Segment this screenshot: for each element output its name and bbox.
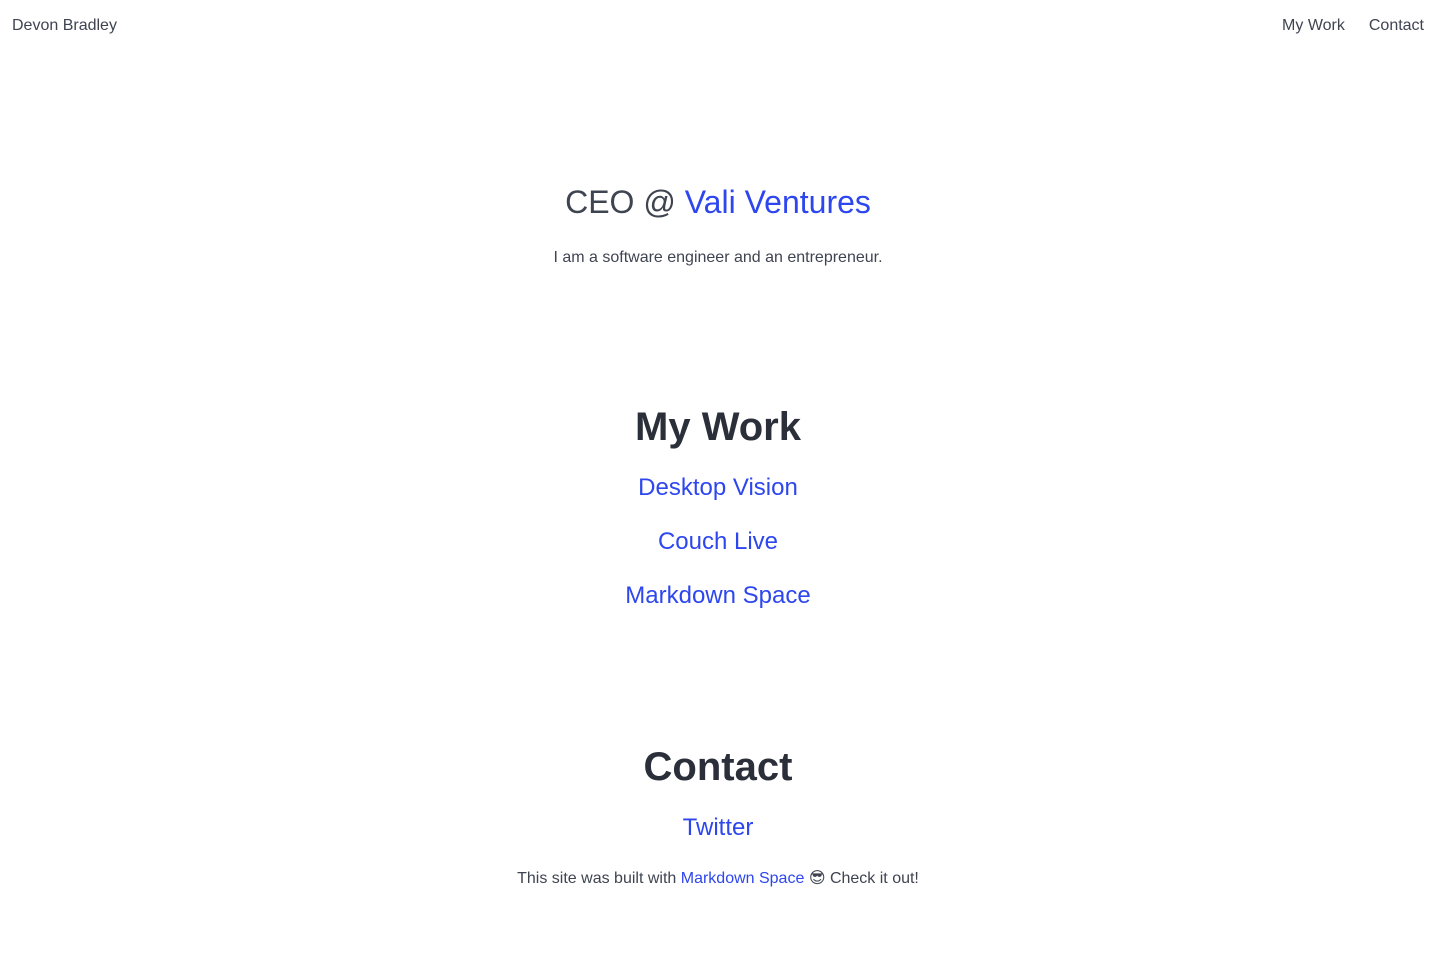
footer-suffix: Check it out! xyxy=(825,870,919,887)
work-link-desktop-vision[interactable]: Desktop Vision xyxy=(638,474,798,501)
contact-item: Twitter xyxy=(0,813,1436,843)
sunglasses-emoji-icon: 😎 xyxy=(808,870,826,887)
work-item: Markdown Space xyxy=(0,581,1436,611)
work-item: Desktop Vision xyxy=(0,473,1436,503)
section-title-my-work: My Work xyxy=(635,405,801,449)
footer-note: This site was built with Markdown Space … xyxy=(0,869,1436,889)
contact-link-twitter[interactable]: Twitter xyxy=(683,814,754,841)
hero-headline: CEO @ Vali Ventures xyxy=(0,182,1436,222)
site-name-link[interactable]: Devon Bradley xyxy=(12,16,117,36)
hero-tagline: I am a software engineer and an entrepre… xyxy=(553,249,883,266)
nav-link-contact[interactable]: Contact xyxy=(1369,16,1424,36)
section-title-contact: Contact xyxy=(643,745,793,789)
hero-role: CEO @ xyxy=(565,184,685,220)
work-link-couch-live[interactable]: Couch Live xyxy=(658,528,778,555)
footer-prefix: This site was built with xyxy=(517,870,681,887)
work-item: Couch Live xyxy=(0,527,1436,557)
work-link-markdown-space[interactable]: Markdown Space xyxy=(625,582,810,609)
top-nav: My Work Contact xyxy=(1282,16,1424,36)
footer-link-markdown-space[interactable]: Markdown Space xyxy=(681,870,805,887)
nav-link-my-work[interactable]: My Work xyxy=(1282,16,1345,36)
company-link[interactable]: Vali Ventures xyxy=(685,184,871,220)
